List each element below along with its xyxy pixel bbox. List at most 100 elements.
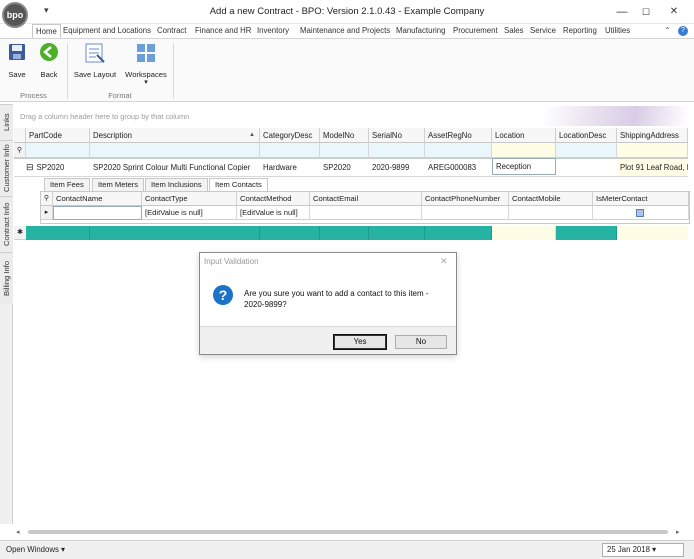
row-categorydesc-cell[interactable]: Hardware: [260, 159, 320, 176]
new-row-icon[interactable]: ✱: [14, 226, 26, 240]
yes-button[interactable]: Yes: [333, 334, 387, 350]
filter-cell-locationdesc[interactable]: [556, 143, 617, 158]
column-header-serialno[interactable]: SerialNo: [369, 128, 425, 143]
sort-ascending-icon: ▲: [249, 132, 255, 138]
tab-service[interactable]: Service: [527, 24, 559, 38]
is-meter-contact-cell[interactable]: [593, 206, 689, 220]
ribbon-separator: [173, 43, 174, 99]
save-layout-button[interactable]: Save Layout: [72, 42, 118, 79]
detail-header-contactemail[interactable]: ContactEmail: [310, 192, 422, 206]
close-button[interactable]: ✕: [664, 4, 684, 20]
tab-item-meters[interactable]: Item Meters: [92, 178, 145, 191]
detail-header-contacttype[interactable]: ContactType: [142, 192, 237, 206]
tab-procurement[interactable]: Procurement: [450, 24, 501, 38]
tab-item-fees[interactable]: Item Fees: [44, 178, 90, 191]
detail-header-ismetercontact[interactable]: IsMeterContact: [593, 192, 689, 206]
detail-header-contactphonenumber[interactable]: ContactPhoneNumber: [422, 192, 509, 206]
title-bar: ▾ Add a new Contract - BPO: Version 2.1.…: [0, 0, 694, 24]
column-header-partcode[interactable]: PartCode: [26, 128, 90, 143]
tab-home[interactable]: Home: [32, 24, 61, 38]
column-header-categorydesc[interactable]: CategoryDesc: [260, 128, 320, 143]
contact-phone-input[interactable]: [422, 206, 509, 220]
collapse-ribbon-icon[interactable]: ⌃: [664, 26, 671, 35]
row-location-cell[interactable]: Reception: [492, 158, 556, 175]
tab-manufacturing[interactable]: Manufacturing: [393, 24, 448, 38]
column-header-modelno[interactable]: ModelNo: [320, 128, 369, 143]
detail-filter-icon[interactable]: ⚲: [41, 192, 53, 206]
filter-cell-serialno[interactable]: [369, 143, 425, 158]
new-row-serialno[interactable]: [369, 226, 425, 240]
new-row-locationdesc[interactable]: [556, 226, 617, 240]
filter-cell-categorydesc[interactable]: [260, 143, 320, 158]
contact-method-select[interactable]: [EditValue is null]: [237, 206, 310, 220]
row-serialno-cell[interactable]: 2020-9899: [369, 159, 425, 176]
row-partcode-cell[interactable]: ⊟ SP2020: [26, 159, 90, 176]
minimize-button[interactable]: —: [612, 4, 632, 20]
filter-cell-assetregno[interactable]: [425, 143, 492, 158]
new-row-location[interactable]: [492, 226, 556, 240]
row-partcode-value: SP2020: [36, 163, 65, 172]
side-tab-contract-info[interactable]: Contract Info: [0, 196, 13, 252]
new-row-modelno[interactable]: [320, 226, 369, 240]
workspaces-button[interactable]: Workspaces ▾: [122, 42, 170, 86]
new-row-assetregno[interactable]: [425, 226, 492, 240]
date-picker[interactable]: 25 Jan 2018 ▾: [602, 543, 684, 557]
filter-cell-location[interactable]: [492, 143, 556, 158]
dialog-close-icon[interactable]: ✕: [440, 256, 448, 267]
column-header-shippingaddress[interactable]: ShippingAddress: [617, 128, 688, 143]
contact-mobile-input[interactable]: [509, 206, 593, 220]
tab-reporting[interactable]: Reporting: [560, 24, 600, 38]
detail-header-contactname[interactable]: ContactName: [53, 192, 142, 206]
filter-cell-modelno[interactable]: [320, 143, 369, 158]
new-row-categorydesc[interactable]: [260, 226, 320, 240]
row-description-cell[interactable]: SP2020 Sprint Colour Multi Functional Co…: [90, 159, 260, 176]
new-row-shippingaddress[interactable]: [617, 226, 688, 240]
dialog-footer: Yes No: [200, 326, 456, 354]
maximize-button[interactable]: ☐: [636, 4, 656, 20]
row-modelno-cell[interactable]: SP2020: [320, 159, 369, 176]
contact-email-input[interactable]: [310, 206, 422, 220]
tab-item-inclusions[interactable]: Item Inclusions: [145, 178, 208, 191]
filter-cell-shippingaddress[interactable]: [617, 143, 688, 158]
tab-finance-and-hr[interactable]: Finance and HR: [192, 24, 254, 38]
column-header-locationdesc[interactable]: LocationDesc: [556, 128, 617, 143]
scroll-left-icon[interactable]: ◂: [16, 528, 20, 536]
row-locationdesc-cell[interactable]: [556, 159, 617, 176]
tab-maintenance-and-projects[interactable]: Maintenance and Projects: [297, 24, 393, 38]
help-icon[interactable]: ?: [678, 26, 688, 36]
tab-equipment-and-locations[interactable]: Equipment and Locations: [60, 24, 154, 38]
filter-cell-partcode[interactable]: [26, 143, 90, 158]
tab-contract[interactable]: Contract: [154, 24, 189, 38]
row-assetregno-cell[interactable]: AREG000083: [425, 159, 492, 176]
back-button[interactable]: Back: [36, 42, 62, 79]
no-button[interactable]: No: [395, 335, 447, 349]
new-row-partcode[interactable]: [26, 226, 90, 240]
filter-cell-description[interactable]: [90, 143, 260, 158]
tab-item-contacts[interactable]: Item Contacts: [209, 178, 268, 192]
detail-header-contactmethod[interactable]: ContactMethod: [237, 192, 310, 206]
column-header-description[interactable]: Description ▲: [90, 128, 260, 143]
contact-type-select[interactable]: [EditValue is null]: [142, 206, 237, 220]
save-button[interactable]: Save: [4, 42, 30, 79]
side-tab-billing-info[interactable]: Billing Info: [0, 252, 13, 304]
filter-icon[interactable]: ⚲: [14, 143, 26, 158]
scrollbar-thumb[interactable]: [28, 530, 668, 534]
new-row-description[interactable]: [90, 226, 260, 240]
row-shippingaddress-cell[interactable]: Plot 91 Leaf Road, Fo: [617, 159, 688, 176]
column-header-assetregno[interactable]: AssetRegNo: [425, 128, 492, 143]
horizontal-scrollbar[interactable]: ◂ ▸: [14, 527, 688, 537]
app-logo[interactable]: bpo: [2, 2, 28, 28]
is-meter-contact-checkbox[interactable]: [636, 209, 644, 217]
detail-header-contactmobile[interactable]: ContactMobile: [509, 192, 593, 206]
row-expander-icon[interactable]: ⊟: [26, 162, 34, 172]
group-by-panel[interactable]: Drag a column header here to group by th…: [14, 106, 688, 126]
tab-utilities[interactable]: Utilities: [602, 24, 633, 38]
open-windows-button[interactable]: Open Windows ▾: [6, 545, 65, 554]
scroll-right-icon[interactable]: ▸: [676, 528, 680, 536]
contact-name-input[interactable]: [53, 206, 142, 220]
column-header-location[interactable]: Location: [492, 128, 556, 143]
tab-inventory[interactable]: Inventory: [254, 24, 292, 38]
tab-sales[interactable]: Sales: [501, 24, 527, 38]
side-tab-customer-info[interactable]: Customer Info: [0, 140, 13, 196]
side-tab-links[interactable]: Links: [0, 104, 13, 140]
